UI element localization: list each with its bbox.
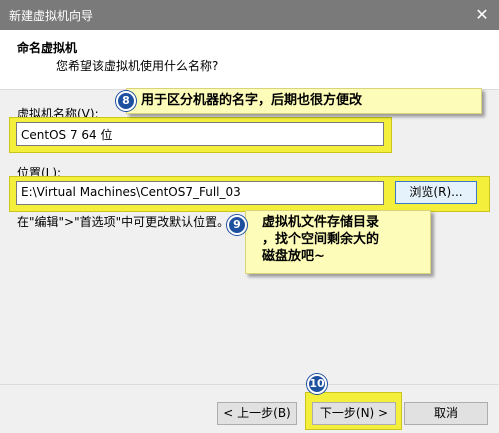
annotation-text-9-line-3: 磁盘放吧~ [262,249,325,264]
location-hint: 在"编辑">"首选项"中可更改默认位置。 [17,215,230,229]
window-title: 新建虚拟机向导 [9,9,94,23]
annotation-badge-9: 9 [227,215,247,235]
wizard-header: 命名虚拟机 您希望该虚拟机使用什么名称? [0,30,499,90]
annotation-text-9-line-2: ，找个空间剩余大的 [262,232,380,247]
page-subtitle: 您希望该虚拟机使用什么名称? [56,59,219,73]
annotation-callout-8: 用于区分机器的名字，后期也很方便改 [126,88,482,114]
vm-name-input[interactable]: CentOS 7 64 位 [16,122,384,146]
annotation-badge-10: 10 [307,374,327,394]
back-button[interactable]: < 上一步(B) [217,402,297,425]
location-input[interactable]: E:\Virtual Machines\CentOS7_Full_03 [16,181,384,205]
close-icon[interactable]: ✕ [465,0,499,30]
annotation-text-9-line-1: 虚拟机文件存储目录 [262,215,380,230]
page-title: 命名虚拟机 [17,41,78,55]
cancel-button[interactable]: 取消 [404,402,488,425]
browse-button[interactable]: 浏览(R)... [395,181,477,204]
title-bar: 新建虚拟机向导 ✕ [0,0,499,30]
next-button[interactable]: 下一步(N) > [312,402,396,425]
annotation-badge-8: 8 [116,91,136,111]
annotation-callout-9: 虚拟机文件存储目录 ，找个空间剩余大的 磁盘放吧~ [245,210,431,274]
annotation-text-8: 用于区分机器的名字，后期也很方便改 [141,93,363,108]
